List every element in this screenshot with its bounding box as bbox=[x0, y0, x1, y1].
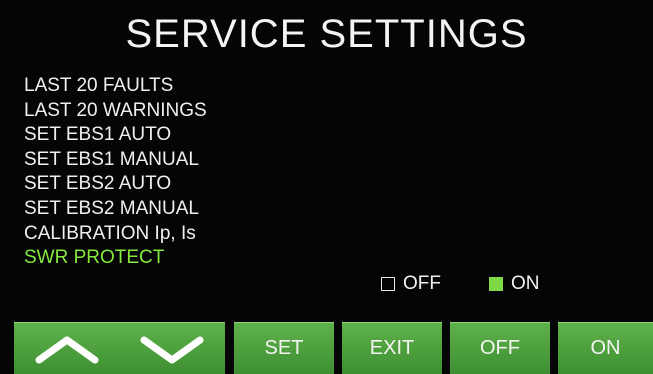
off-button[interactable]: OFF bbox=[450, 322, 550, 374]
service-menu: LAST 20 FAULTS LAST 20 WARNINGS SET EBS1… bbox=[24, 74, 207, 271]
swr-on-option[interactable]: ON bbox=[489, 272, 540, 296]
chevron-down-icon[interactable] bbox=[136, 334, 208, 364]
on-option-label: ON bbox=[511, 273, 540, 294]
menu-item-set-ebs1-auto[interactable]: SET EBS1 AUTO bbox=[24, 123, 207, 148]
page-title: SERVICE SETTINGS bbox=[125, 12, 528, 56]
menu-item-set-ebs1-manual[interactable]: SET EBS1 MANUAL bbox=[24, 148, 207, 173]
set-button[interactable]: SET bbox=[234, 322, 334, 374]
chevron-up-icon[interactable] bbox=[31, 334, 103, 364]
on-button[interactable]: ON bbox=[558, 322, 653, 374]
on-checkbox-icon bbox=[489, 277, 503, 291]
menu-item-swr-protect[interactable]: SWR PROTECT bbox=[24, 246, 207, 271]
menu-item-last-20-faults[interactable]: LAST 20 FAULTS bbox=[24, 74, 207, 99]
exit-button[interactable]: EXIT bbox=[342, 322, 442, 374]
navigation-button-group bbox=[14, 322, 225, 374]
off-checkbox-icon bbox=[381, 277, 395, 291]
menu-item-set-ebs2-auto[interactable]: SET EBS2 AUTO bbox=[24, 172, 207, 197]
menu-item-set-ebs2-manual[interactable]: SET EBS2 MANUAL bbox=[24, 197, 207, 222]
service-settings-screen: SERVICE SETTINGS LAST 20 FAULTS LAST 20 … bbox=[0, 0, 653, 374]
off-option-label: OFF bbox=[403, 273, 441, 294]
menu-item-last-20-warnings[interactable]: LAST 20 WARNINGS bbox=[24, 99, 207, 124]
menu-item-calibration[interactable]: CALIBRATION Ip, Is bbox=[24, 222, 207, 247]
swr-off-option[interactable]: OFF bbox=[381, 272, 441, 296]
